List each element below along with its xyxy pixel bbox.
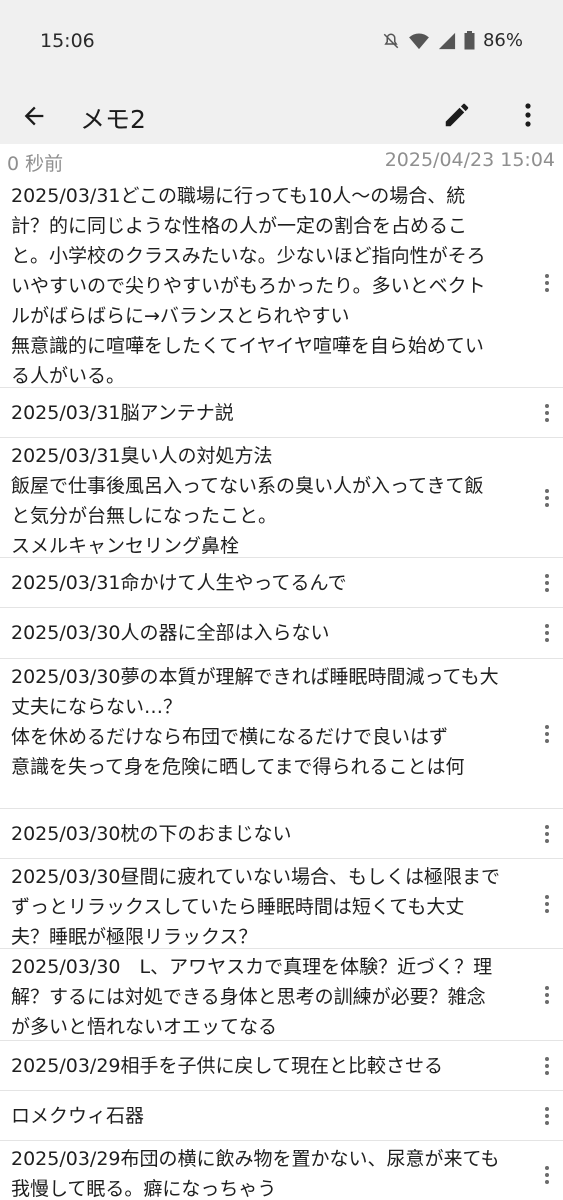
memo-text: 2025/03/31臭い人の対処方法 飯屋で仕事後風呂入ってない系の臭い人が入っ… bbox=[11, 445, 484, 557]
list-item[interactable]: 2025/03/29相手を子供に戻して現在と比較させる bbox=[0, 1041, 563, 1091]
app-bar: メモ2 bbox=[0, 86, 563, 144]
item-more-button[interactable] bbox=[531, 1141, 563, 1200]
battery-percent: 86% bbox=[482, 30, 523, 51]
back-arrow-icon bbox=[24, 106, 44, 126]
list-item[interactable]: 2025/03/30枕の下のおまじない bbox=[0, 809, 563, 859]
status-time: 15:06 bbox=[40, 30, 95, 52]
item-more-button[interactable] bbox=[531, 809, 563, 858]
list-item[interactable]: ロメクウィ石器 bbox=[0, 1091, 563, 1141]
status-bar: 15:06 86% bbox=[0, 0, 563, 86]
memo-text: 2025/03/31脳アンテナ説 bbox=[11, 402, 234, 424]
memo-text: 2025/03/30人の器に全部は入らない bbox=[11, 622, 330, 644]
more-options-button[interactable] bbox=[510, 94, 546, 136]
memo-text: 2025/03/31どこの職場に行っても10人〜の場合、統計？的に同じような性格… bbox=[11, 185, 486, 387]
item-more-button[interactable] bbox=[531, 1041, 563, 1090]
signal-icon bbox=[438, 32, 456, 50]
memo-text: 2025/03/31命かけて人生やってるんで bbox=[11, 572, 347, 594]
more-vert-icon bbox=[545, 1106, 549, 1125]
memo-text: 2025/03/29布団の横に飲み物を置かない、尿意が来ても我慢して眠る。癖にな… bbox=[11, 1148, 500, 1200]
list-item[interactable]: 2025/03/31脳アンテナ説 bbox=[0, 388, 563, 438]
more-vert-icon bbox=[545, 273, 549, 292]
back-button[interactable] bbox=[14, 96, 54, 136]
memo-text: 2025/03/29相手を子供に戻して現在と比較させる bbox=[11, 1055, 443, 1077]
status-icons: 86% bbox=[382, 30, 523, 51]
list-item[interactable]: 2025/03/31どこの職場に行っても10人〜の場合、統計？的に同じような性格… bbox=[0, 178, 563, 388]
more-vert-icon bbox=[545, 573, 549, 592]
more-vert-icon bbox=[545, 1165, 549, 1184]
more-vert-icon bbox=[545, 403, 549, 422]
list-item[interactable]: 2025/03/30人の器に全部は入らない bbox=[0, 608, 563, 659]
more-vert-icon bbox=[525, 103, 531, 127]
memo-list: 2025/03/31どこの職場に行っても10人〜の場合、統計？的に同じような性格… bbox=[0, 178, 563, 1200]
memo-text: 2025/03/30夢の本質が理解できれば睡眠時間減っても大丈夫にならない…？ … bbox=[11, 666, 499, 778]
memo-meta: 0 秒前 2025/04/23 15:04 bbox=[0, 144, 563, 178]
item-more-button[interactable] bbox=[531, 859, 563, 948]
more-vert-icon bbox=[545, 724, 549, 743]
list-item[interactable]: 2025/03/30 L、アワヤスカで真理を体験？近づく？理解？するには対処でき… bbox=[0, 949, 563, 1041]
item-more-button[interactable] bbox=[531, 608, 563, 658]
item-more-button[interactable] bbox=[531, 388, 563, 437]
list-item[interactable]: 2025/03/30夢の本質が理解できれば睡眠時間減っても大丈夫にならない…？ … bbox=[0, 659, 563, 809]
edit-button[interactable] bbox=[436, 94, 478, 136]
more-vert-icon bbox=[545, 985, 549, 1004]
pencil-icon bbox=[445, 103, 469, 127]
item-more-button[interactable] bbox=[531, 659, 563, 808]
relative-time: 0 秒前 bbox=[7, 153, 64, 175]
memo-text: 2025/03/30枕の下のおまじない bbox=[11, 823, 292, 845]
list-item[interactable]: 2025/03/29布団の横に飲み物を置かない、尿意が来ても我慢して眠る。癖にな… bbox=[0, 1141, 563, 1200]
memo-timestamp: 2025/04/23 15:04 bbox=[384, 149, 555, 171]
memo-text: 2025/03/30昼間に疲れていない場合、もしくは極限までずっとリラックスして… bbox=[11, 866, 500, 948]
list-item[interactable]: 2025/03/31命かけて人生やってるんで bbox=[0, 558, 563, 608]
wifi-icon bbox=[408, 32, 430, 50]
item-more-button[interactable] bbox=[531, 1091, 563, 1140]
item-more-button[interactable] bbox=[531, 558, 563, 607]
more-vert-icon bbox=[545, 1056, 549, 1075]
item-more-button[interactable] bbox=[531, 438, 563, 557]
more-vert-icon bbox=[545, 824, 549, 843]
more-vert-icon bbox=[545, 624, 549, 642]
more-vert-icon bbox=[545, 488, 549, 507]
more-vert-icon bbox=[545, 894, 549, 913]
mute-icon bbox=[382, 32, 400, 50]
memo-text: ロメクウィ石器 bbox=[11, 1105, 145, 1127]
battery-icon bbox=[464, 31, 475, 50]
page-title: メモ2 bbox=[80, 105, 146, 134]
item-more-button[interactable] bbox=[531, 949, 563, 1040]
memo-text: 2025/03/30 L、アワヤスカで真理を体験？近づく？理解？するには対処でき… bbox=[11, 956, 493, 1038]
list-item[interactable]: 2025/03/31臭い人の対処方法 飯屋で仕事後風呂入ってない系の臭い人が入っ… bbox=[0, 438, 563, 558]
list-item[interactable]: 2025/03/30昼間に疲れていない場合、もしくは極限までずっとリラックスして… bbox=[0, 859, 563, 949]
item-more-button[interactable] bbox=[531, 178, 563, 387]
